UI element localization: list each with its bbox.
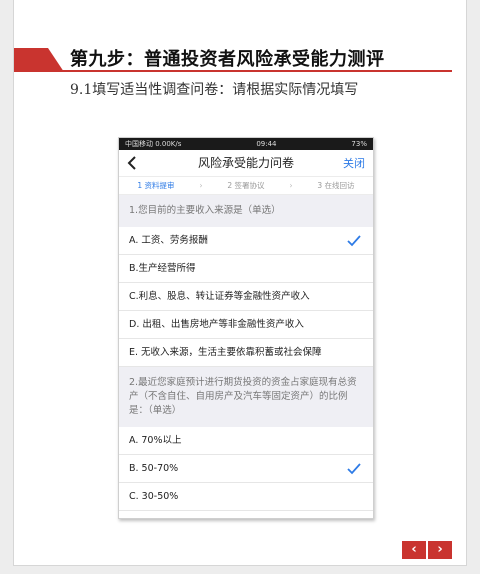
option-label: D. 出租、出售房地产等非金融性资产收入	[129, 319, 304, 330]
question-1: 1.您目前的主要收入来源是（单选）	[119, 195, 373, 227]
step-indicator: 1 资料提审 › 2 签署协议 › 3 在线回访	[119, 177, 373, 195]
q1-option-d[interactable]: D. 出租、出售房地产等非金融性资产收入	[119, 311, 373, 339]
chevron-right-icon: ›	[199, 181, 203, 190]
pager: ‹ ›	[402, 541, 452, 559]
checkmark-icon	[347, 462, 361, 474]
step-1: 1 资料提审	[137, 181, 175, 190]
q2-option-c[interactable]: C. 30-50%	[119, 483, 373, 511]
q2-option-b[interactable]: B. 50-70%	[119, 455, 373, 483]
option-label: B. 50-70%	[129, 463, 179, 474]
q1-option-c[interactable]: C.利息、股息、转让证券等金融性资产收入	[119, 283, 373, 311]
option-label: A. 70%以上	[129, 435, 182, 446]
status-carrier: 中国移动 0.00K/s	[125, 140, 182, 148]
question-2: 2.最近您家庭预计进行期货投资的资金占家庭现有总资产（不含自住、自用房产及汽车等…	[119, 367, 373, 427]
option-label: A. 工资、劳务报酬	[129, 235, 208, 246]
step-2: 2 签署协议	[227, 181, 265, 190]
q1-option-a[interactable]: A. 工资、劳务报酬	[119, 227, 373, 255]
option-label: C. 30-50%	[129, 491, 179, 502]
subheading: 9.1填写适当性调查问卷：请根据实际情况填写	[70, 82, 359, 98]
heading-title: 第九步：普通投资者风险承受能力测评	[70, 49, 385, 70]
nav-bar: 风险承受能力问卷 关闭	[119, 150, 373, 177]
checkmark-icon	[347, 234, 361, 246]
step-3: 3 在线回访	[317, 181, 355, 190]
q1-option-b[interactable]: B.生产经营所得	[119, 255, 373, 283]
nav-title: 风险承受能力问卷	[197, 155, 294, 170]
phone-screenshot: 中国移动 0.00K/s 09:44 73% 风险承受能力问卷 关闭 1 资料提…	[118, 137, 374, 519]
chevron-right-icon: ›	[289, 181, 293, 190]
section-heading: 第九步：普通投资者风险承受能力测评	[14, 48, 466, 72]
prev-page-button[interactable]: ‹	[402, 541, 426, 559]
option-label: C.利息、股息、转让证券等金融性资产收入	[129, 291, 310, 302]
status-time: 09:44	[256, 140, 277, 148]
document-page: 第九步：普通投资者风险承受能力测评 9.1填写适当性调查问卷：请根据实际情况填写…	[13, 0, 467, 566]
heading-flag	[14, 48, 64, 72]
q1-option-e[interactable]: E. 无收入来源，生活主要依靠积蓄或社会保障	[119, 339, 373, 367]
next-page-button[interactable]: ›	[428, 541, 452, 559]
status-bar: 中国移动 0.00K/s 09:44 73%	[119, 138, 373, 150]
option-label: B.生产经营所得	[129, 263, 196, 274]
close-button[interactable]: 关闭	[343, 150, 365, 177]
q2-option-a[interactable]: A. 70%以上	[119, 427, 373, 455]
option-label: E. 无收入来源，生活主要依靠积蓄或社会保障	[129, 347, 322, 358]
back-arrow-icon[interactable]	[119, 150, 145, 177]
status-battery: 73%	[351, 140, 367, 148]
